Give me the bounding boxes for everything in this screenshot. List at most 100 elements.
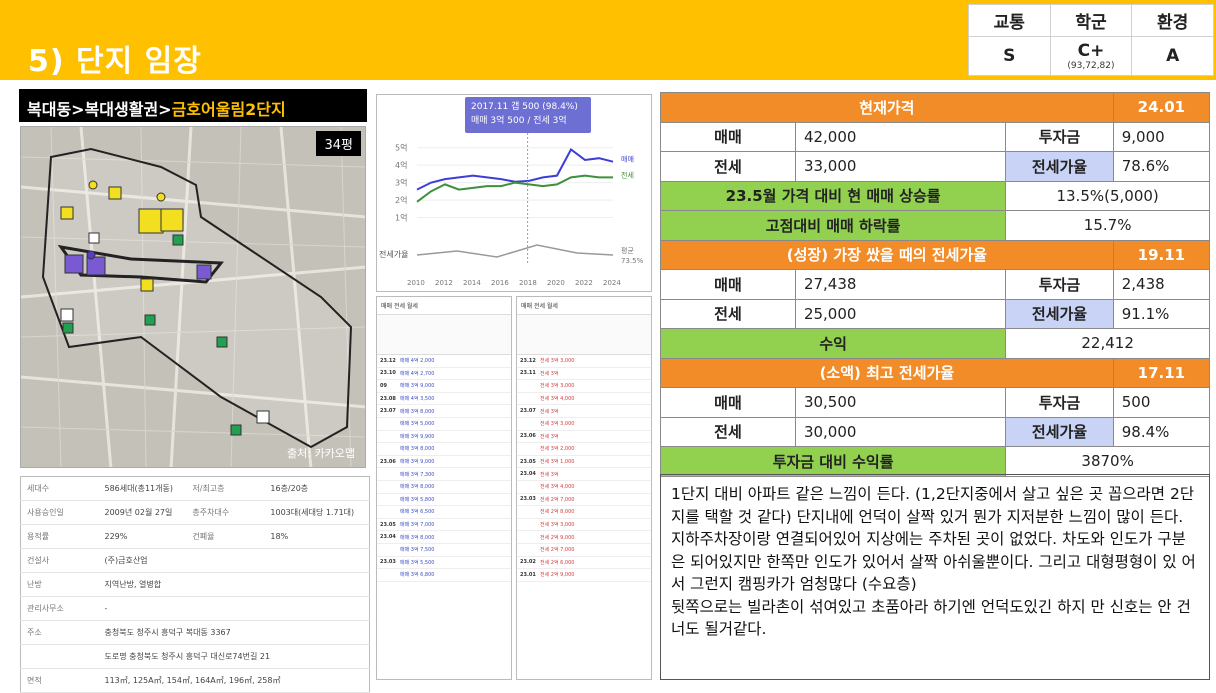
list-tabs[interactable]: 매매 전세 월세 — [517, 297, 651, 315]
x-tick-label: 2010 — [407, 279, 425, 287]
list-tabs[interactable]: 매매 전세 월세 — [377, 297, 511, 315]
list-item[interactable]: 매매 3억 6,500 — [377, 506, 511, 519]
consume-date: 17.11 — [1112, 357, 1211, 388]
list-item[interactable]: 매매 3억 9,900 — [377, 431, 511, 444]
list-item[interactable]: 전세 3억 3,000 — [517, 380, 651, 393]
list-item[interactable]: 23.10 매매 4억 2,700 — [377, 368, 511, 381]
list-item[interactable]: 23.04 전세 3억 — [517, 468, 651, 481]
consume-jeonse-value: 30,000 — [794, 416, 1007, 447]
list-item[interactable]: 전세 3억 3,000 — [517, 418, 651, 431]
sale-transaction-list[interactable]: 매매 전세 월세 23.12 매매 4억 2,000 23.10 매매 4억 2,700… — [376, 296, 512, 680]
list-item[interactable]: 매매 3억 5,800 — [377, 494, 511, 507]
list-item-date: 23.03 — [380, 559, 396, 566]
list-item[interactable]: 23.02 전세 2억 6,000 — [517, 557, 651, 570]
list-item-date: 23.11 — [520, 370, 536, 377]
list-item[interactable]: 전세 3억 4,000 — [517, 481, 651, 494]
info-value: 지역난방, 열병합 — [98, 572, 370, 597]
list-item[interactable]: 전세 2억 7,000 — [517, 544, 651, 557]
list-item[interactable]: 23.06 매매 3억 9,000 — [377, 456, 511, 469]
list-item-price: 전세 3억 3,000 — [540, 421, 575, 428]
profit-value: 22,412 — [1005, 328, 1210, 359]
ratio-label: 전세가율 — [379, 249, 408, 259]
list-item[interactable]: 23.11 전세 3억 — [517, 368, 651, 381]
list-filter[interactable] — [517, 315, 651, 355]
list-item[interactable]: 매매 3억 7,300 — [377, 468, 511, 481]
list-item[interactable]: 23.05 매매 3억 7,000 — [377, 519, 511, 532]
y-tick-label: 4억 — [395, 160, 407, 170]
list-item-price: 전세 3억 — [540, 433, 559, 440]
profit-label: 수익 — [659, 328, 1007, 359]
consume-jeonse-label: 전세 — [660, 416, 796, 447]
list-item-price: 매매 3억 9,000 — [400, 383, 435, 390]
current-ratio-value: 78.6% — [1112, 151, 1211, 182]
list-item-price: 매매 3억 7,000 — [400, 522, 435, 529]
growth-date: 19.11 — [1112, 239, 1211, 270]
list-item-price: 전세 2억 7,000 — [540, 547, 575, 554]
jeonse-transaction-list[interactable]: 매매 전세 월세 23.12 전세 3억 3,000 23.11 전세 3억 전세 3억 … — [516, 296, 652, 680]
list-item-price: 전세 3억 1,000 — [540, 459, 575, 466]
list-item-price: 매매 4억 2,000 — [400, 358, 435, 365]
list-item[interactable]: 23.07 매매 3억 8,000 — [377, 405, 511, 418]
consume-title: (소액) 최고 전세가율 — [660, 357, 1114, 388]
grade-header-transport: 교통 — [968, 3, 1051, 38]
list-item[interactable]: 23.05 전세 3억 1,000 — [517, 456, 651, 469]
current-invest-value: 9,000 — [1112, 121, 1211, 152]
review-paragraph-1: 1단지 대비 아파트 같은 느낌이 든다. (1,2단지중에서 살고 싶은 곳 … — [671, 485, 1196, 593]
list-item[interactable]: 전세 3억 4,000 — [517, 393, 651, 406]
info-value: - — [98, 596, 370, 621]
list-item[interactable]: 매매 3억 6,800 — [377, 569, 511, 582]
list-item[interactable]: 23.03 전세 2억 7,000 — [517, 494, 651, 507]
list-item-price: 매매 4억 2,700 — [400, 370, 435, 377]
list-item[interactable]: 09 매매 3억 9,000 — [377, 380, 511, 393]
current-price-title: 현재가격 — [660, 92, 1114, 123]
chart-tooltip: 2017.11 갭 500 (98.4%) 매매 3억 500 / 전세 3억 — [465, 97, 591, 133]
current-jeonse-value: 33,000 — [794, 151, 1007, 182]
list-item[interactable]: 23.12 매매 4억 2,000 — [377, 355, 511, 368]
list-item[interactable]: 23.07 전세 3억 — [517, 405, 651, 418]
info-value: 229% — [98, 524, 187, 549]
grade-transport: S — [968, 36, 1051, 76]
list-item[interactable]: 전세 2억 8,000 — [517, 506, 651, 519]
list-filter[interactable] — [377, 315, 511, 355]
rise-rate-label: 23.5월 가격 대비 현 매매 상승률 — [659, 180, 1007, 211]
list-item[interactable]: 23.03 매매 3억 5,500 — [377, 557, 511, 570]
list-item[interactable]: 전세 2억 9,000 — [517, 531, 651, 544]
list-item-date: 23.07 — [380, 408, 396, 415]
grade-school-cell: C+ (93,72,82) — [1049, 36, 1133, 76]
list-item[interactable]: 매매 3억 8,000 — [377, 481, 511, 494]
list-item[interactable]: 매매 3억 7,500 — [377, 544, 511, 557]
grade-environment: A — [1131, 36, 1214, 76]
list-item[interactable]: 23.12 전세 3억 3,000 — [517, 355, 651, 368]
rise-rate-value: 13.5%(5,000) — [1005, 180, 1210, 211]
info-key: 세대수 — [20, 476, 99, 501]
info-value: 16층/20층 — [264, 476, 370, 501]
y-tick-label: 3억 — [395, 178, 407, 188]
ratio-avg-value: 73.5% — [621, 257, 644, 265]
current-buy-label: 매매 — [660, 121, 796, 152]
list-item[interactable]: 매매 3억 5,000 — [377, 418, 511, 431]
map-graphic — [21, 127, 365, 467]
info-key — [20, 644, 99, 669]
list-item[interactable]: 23.08 매매 4억 3,500 — [377, 393, 511, 406]
info-row: 사용승인일 2009년 02월 27일 총주차대수 1003대(세대당 1.71대) — [20, 500, 370, 525]
ratio-avg-label: 평균 — [621, 246, 634, 255]
list-item[interactable]: 매매 3억 8,000 — [377, 443, 511, 456]
price-chart[interactable]: 5억 4억 3억 2억 1억 2010 2012 2014 2016 2018 2020 2022 20… — [376, 94, 652, 292]
list-item[interactable]: 23.06 전세 3억 — [517, 431, 651, 444]
consume-invest-label: 투자금 — [1005, 387, 1114, 418]
list-item-date: 09 — [380, 382, 387, 389]
consume-buy-label: 매매 — [660, 387, 796, 418]
map[interactable]: 34평 출처: 카카오맵 — [20, 126, 366, 468]
current-ratio-label: 전세가율 — [1005, 151, 1114, 182]
current-price-date: 24.01 — [1112, 92, 1211, 123]
list-item[interactable]: 23.01 전세 2억 9,000 — [517, 569, 651, 582]
list-item-date: 23.07 — [520, 408, 536, 415]
current-buy-value: 42,000 — [794, 121, 1007, 152]
list-item-price: 매매 3억 5,000 — [400, 421, 435, 428]
location-path: 복대동>복대생활권> — [27, 100, 172, 119]
grade-school: C+ — [1077, 41, 1105, 62]
info-row: 용적률 229% 건폐율 18% — [20, 524, 370, 549]
list-item[interactable]: 전세 3억 2,000 — [517, 443, 651, 456]
list-item[interactable]: 23.04 매매 3억 8,000 — [377, 531, 511, 544]
list-item[interactable]: 전세 3억 3,000 — [517, 519, 651, 532]
